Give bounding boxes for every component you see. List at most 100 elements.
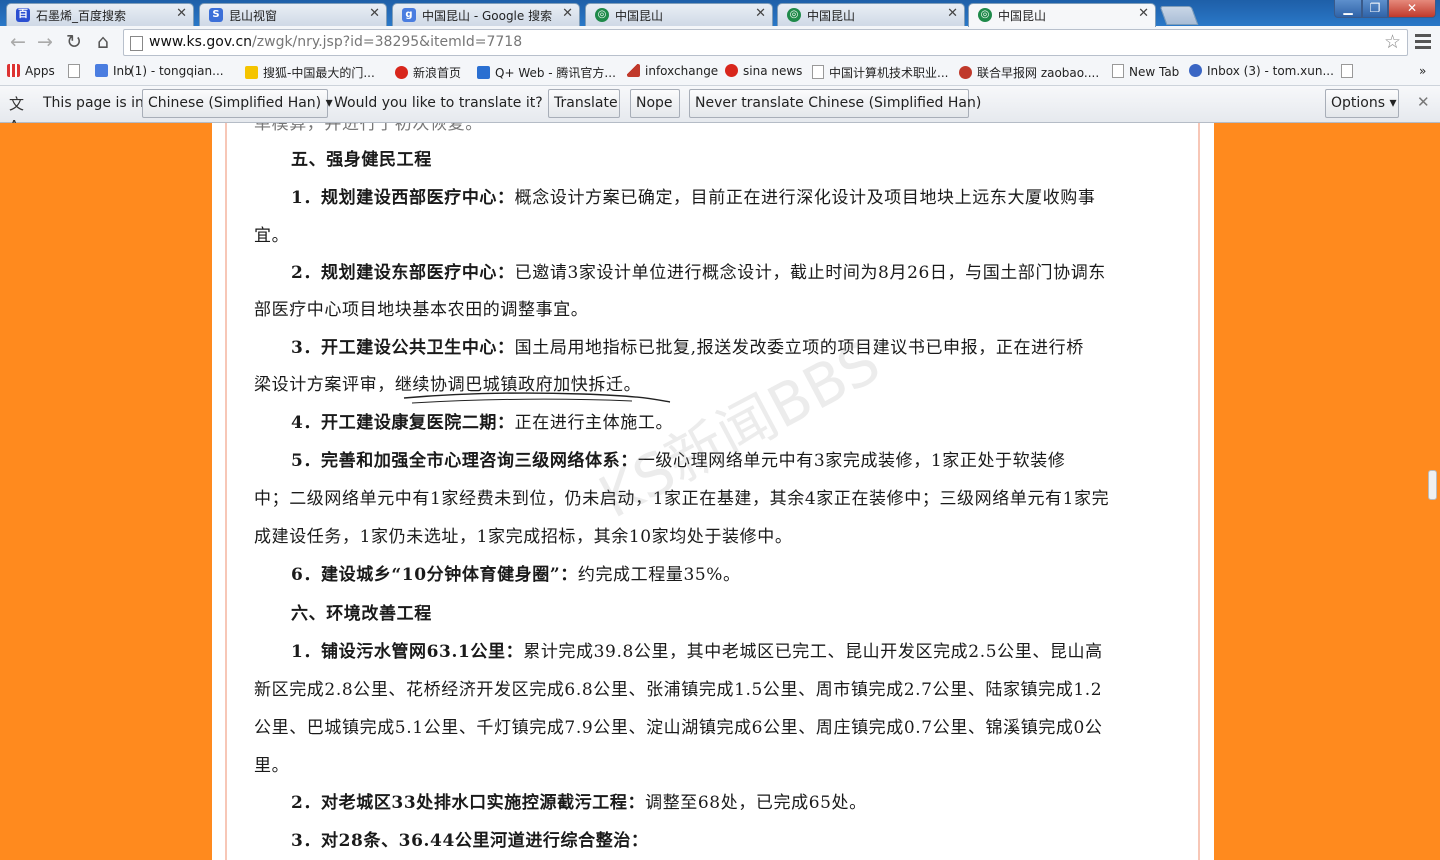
- close-infobar-icon[interactable]: ✕: [1417, 93, 1430, 111]
- bookmark-zaobao[interactable]: 联合早报网 zaobao....: [959, 64, 1099, 82]
- close-tab-icon[interactable]: ✕: [562, 6, 573, 21]
- paragraph-line: 宜。: [254, 226, 290, 246]
- bookmark-label: Inbox (3) - tom.xun...: [1207, 64, 1334, 78]
- nope-button[interactable]: Nope: [630, 89, 680, 118]
- home-icon[interactable]: ⌂: [91, 30, 115, 54]
- bookmark-infoxchange[interactable]: infoxchange: [627, 64, 718, 82]
- apps-icon: [7, 64, 20, 77]
- translate-infobar: 文A This page is in Chinese (Simplified H…: [0, 86, 1440, 135]
- cut-off-line: 单模算，并进行了初次恢复。: [254, 123, 483, 134]
- paragraph-line: 3．开工建设公共卫生中心：国土局用地指标已批复,报送发改委立项的项目建议书已申报…: [291, 333, 1084, 358]
- ks-favicon-icon: ◎: [595, 8, 609, 22]
- bookmarks-overflow-button[interactable]: »: [1419, 64, 1426, 82]
- dropdown-caret-icon: ▾: [1389, 95, 1397, 111]
- item-text: 累计完成39.8公里，其中老城区已完工、昆山开发区完成2.5公里、昆山高: [523, 642, 1103, 662]
- translate-question: Would you like to translate it?: [334, 95, 543, 111]
- paragraph-line: 公里、巴城镇完成5.1公里、千灯镇完成7.9公里、淀山湖镇完成6公里、周庄镇完成…: [254, 718, 1103, 738]
- item-lead: 3．开工建设公共卫生中心：: [291, 338, 515, 358]
- browser-tab-5[interactable]: ◎ 中国昆山 ✕: [777, 3, 965, 26]
- scrollbar-thumb[interactable]: [1428, 470, 1437, 500]
- paragraph-line: 3．对28条、36.44公里河道进行综合整治：: [291, 826, 649, 851]
- paragraph-line: 2．规划建设东部医疗中心：已邀请3家设计单位进行概念设计，截止时间为8月26日，…: [291, 258, 1106, 283]
- page-icon: [68, 64, 80, 78]
- chrome-menu-icon[interactable]: [1415, 34, 1431, 52]
- bookmark-label: (1) - tongqian...: [130, 64, 224, 78]
- browser-tab-active[interactable]: ◎ 中国昆山 ✕: [968, 3, 1156, 27]
- forward-arrow-icon[interactable]: →: [33, 30, 57, 54]
- language-select-value: Chinese (Simplified Han): [148, 95, 322, 111]
- ks-favicon-icon: ◎: [787, 8, 801, 22]
- options-button[interactable]: Options ▾: [1325, 89, 1399, 118]
- bookmark-qq[interactable]: Q+ Web - 腾讯官方...: [477, 64, 616, 82]
- translate-button[interactable]: Translate: [548, 89, 620, 118]
- bookmark-cct[interactable]: 中国计算机技术职业...: [812, 64, 948, 82]
- url-text: www.ks.gov.cn/zwgk/nry.jsp?id=38295&item…: [149, 34, 522, 50]
- sina-icon: [725, 64, 738, 77]
- bookmark-inbox-tom[interactable]: Inbox (3) - tom.xun...: [1189, 64, 1334, 82]
- browser-tab-3[interactable]: g 中国昆山 - Google 搜索 ✕: [392, 3, 580, 26]
- close-tab-icon[interactable]: ✕: [755, 6, 766, 21]
- baidu-favicon-icon: 百: [16, 8, 30, 22]
- page-icon: [130, 36, 143, 51]
- bookmark-page[interactable]: [1341, 64, 1358, 82]
- url-domain: www.ks.gov.cn: [149, 34, 253, 50]
- item-lead: 2．对老城区33处排水口实施控源截污工程：: [291, 793, 646, 813]
- tab-title: 中国昆山: [615, 9, 664, 23]
- tab-title: 昆山视窗: [229, 9, 278, 23]
- s-favicon-icon: S: [209, 8, 223, 22]
- bookmark-sina[interactable]: 新浪首页: [395, 64, 461, 82]
- scrollbar[interactable]: [1424, 123, 1440, 860]
- browser-tab-1[interactable]: 百 石墨烯_百度搜索 ✕: [6, 3, 194, 26]
- bookmarks-bar: Apps Inb (1) - tongqian... 搜狐-中国最大的门... …: [0, 60, 1440, 86]
- close-tab-icon[interactable]: ✕: [1138, 6, 1149, 21]
- ks-favicon-icon: ◎: [978, 8, 992, 22]
- bookmark-label: 中国计算机技术职业...: [829, 66, 949, 80]
- bookmark-inbox[interactable]: Inb: [95, 64, 132, 82]
- window-close-button[interactable]: ✕: [1388, 0, 1436, 18]
- sohu-icon: [245, 66, 258, 79]
- bookmark-apps[interactable]: Apps: [7, 64, 55, 82]
- translate-icon: 文A: [9, 95, 25, 135]
- back-arrow-icon[interactable]: ←: [6, 30, 30, 54]
- bookmark-label: infoxchange: [645, 64, 719, 78]
- item-lead: 6．建设城乡“10分钟体育健身圈”：: [291, 565, 578, 585]
- dropdown-caret-icon: ▾: [325, 95, 333, 111]
- item-text: 已邀请3家设计单位进行概念设计，截止时间为8月26日，与国土部门协调东: [514, 263, 1106, 283]
- url-path: /zwgk/nry.jsp?id=38295&itemId=7718: [252, 34, 523, 50]
- close-tab-icon[interactable]: ✕: [369, 6, 380, 21]
- paragraph-line: 里。: [254, 756, 290, 776]
- item-text: 调整至68处，已完成65处。: [645, 793, 867, 813]
- bookmark-label: Q+ Web - 腾讯官方...: [495, 66, 616, 80]
- reload-icon[interactable]: ↻: [62, 30, 86, 54]
- tab-title: 中国昆山 - Google 搜索: [422, 9, 553, 23]
- bookmark-tongqian[interactable]: (1) - tongqian...: [130, 64, 224, 82]
- browser-tab-4[interactable]: ◎ 中国昆山 ✕: [585, 3, 773, 26]
- close-tab-icon[interactable]: ✕: [176, 6, 187, 21]
- minimize-button[interactable]: ▁: [1334, 0, 1362, 18]
- maximize-button[interactable]: ❐: [1362, 0, 1388, 18]
- bookmark-sohu[interactable]: 搜狐-中国最大的门...: [245, 64, 375, 82]
- g-icon: [95, 64, 108, 77]
- language-select[interactable]: Chinese (Simplified Han) ▾: [142, 89, 333, 118]
- browser-tab-2[interactable]: S 昆山视窗 ✕: [199, 3, 387, 26]
- never-translate-button[interactable]: Never translate Chinese (Simplified Han): [689, 89, 981, 118]
- close-tab-icon[interactable]: ✕: [947, 6, 958, 21]
- bookmark-label: sina news: [743, 64, 803, 78]
- bookmark-newtab[interactable]: New Tab: [1112, 64, 1179, 82]
- bookmark-label: 搜狐-中国最大的门...: [263, 66, 375, 80]
- section-heading-6: 六、环境改善工程: [291, 604, 432, 624]
- address-bar[interactable]: www.ks.gov.cn/zwgk/nry.jsp?id=38295&item…: [123, 29, 1408, 56]
- item-lead: 3．对28条、36.44公里河道进行综合整治：: [291, 831, 649, 851]
- tab-title: 石墨烯_百度搜索: [36, 9, 127, 23]
- mail-icon: [1189, 64, 1202, 77]
- item-lead: 4．开工建设康复医院二期：: [291, 413, 515, 433]
- paragraph-line: 4．开工建设康复医院二期：正在进行主体施工。: [291, 408, 673, 433]
- item-text: 概念设计方案已确定，目前正在进行深化设计及项目地块上远东大厦收购事: [514, 188, 1096, 208]
- new-tab-button[interactable]: [1159, 6, 1199, 25]
- bookmark-star-icon[interactable]: ☆: [1384, 31, 1401, 53]
- bookmark-page[interactable]: [68, 64, 85, 82]
- bookmark-sina-news[interactable]: sina news: [725, 64, 802, 82]
- paragraph-line: 1．规划建设西部医疗中心：概念设计方案已确定，目前正在进行深化设计及项目地块上远…: [291, 183, 1095, 208]
- zaobao-icon: [959, 66, 972, 79]
- qq-icon: [477, 66, 490, 79]
